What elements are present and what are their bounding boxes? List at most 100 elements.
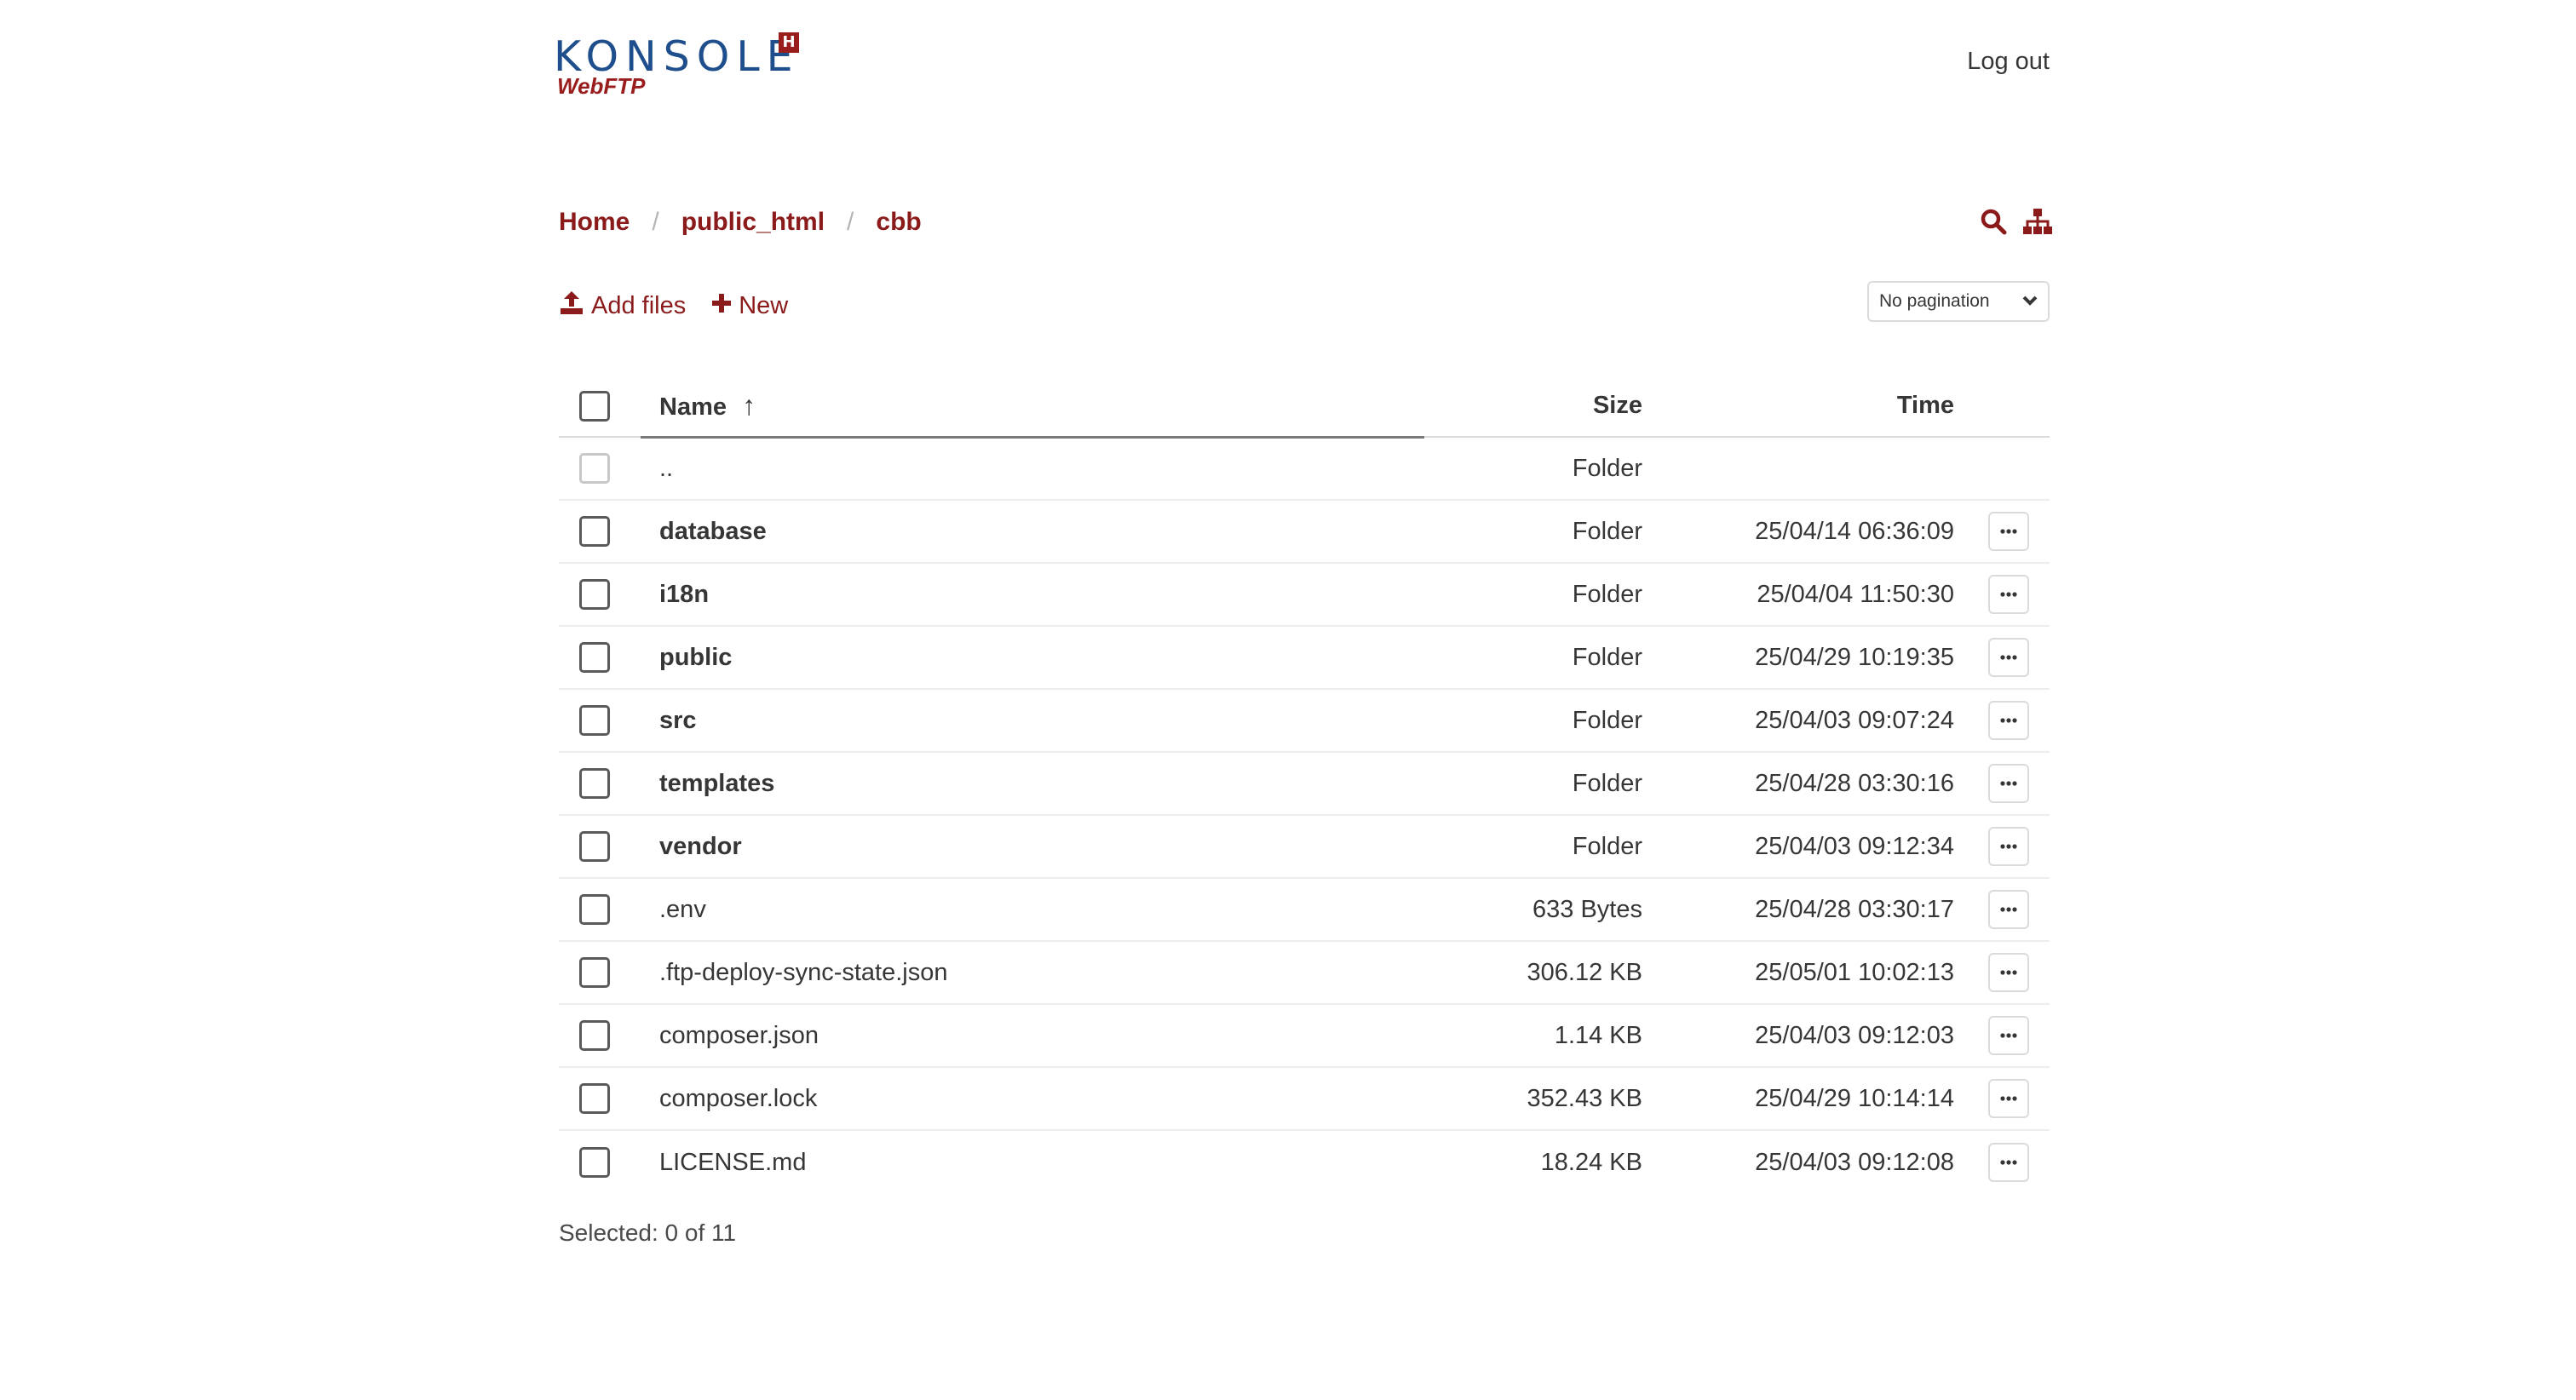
file-size: Folder	[1572, 580, 1642, 608]
table-row[interactable]: src Folder 25/04/03 09:07:24	[559, 690, 2050, 753]
table-row[interactable]: public Folder 25/04/29 10:19:35	[559, 627, 2050, 690]
file-table: Name ↑ Size Time .. Folder database Folder 2…	[559, 376, 2050, 1194]
ellipsis-icon	[2000, 1096, 2017, 1101]
table-row[interactable]: vendor Folder 25/04/03 09:12:34	[559, 816, 2050, 879]
breadcrumb-cbb[interactable]: cbb	[876, 208, 921, 237]
row-checkbox[interactable]	[579, 894, 610, 925]
file-size: 1.14 KB	[1554, 1021, 1642, 1049]
table-row[interactable]: .. Folder	[559, 438, 2050, 501]
breadcrumb-public-html[interactable]: public_html	[681, 208, 825, 237]
more-actions-button[interactable]	[1988, 827, 2029, 866]
row-checkbox[interactable]	[579, 957, 610, 988]
more-actions-button[interactable]	[1988, 1143, 2029, 1182]
more-actions-button[interactable]	[1988, 1016, 2029, 1055]
table-row[interactable]: .ftp-deploy-sync-state.json 306.12 KB 25/0…	[559, 942, 2050, 1005]
add-files-label: Add files	[591, 291, 687, 319]
selection-count: Selected: 0 of 11	[559, 1219, 737, 1246]
new-button[interactable]: New	[711, 292, 788, 320]
ellipsis-icon	[2000, 1033, 2017, 1038]
file-name[interactable]: public	[659, 627, 732, 688]
search-icon[interactable]	[1980, 208, 2007, 235]
file-name[interactable]: database	[659, 501, 767, 562]
column-header-time[interactable]: Time	[1897, 376, 1954, 438]
file-time: 25/04/03 09:12:08	[1755, 1148, 1954, 1176]
file-name[interactable]: vendor	[659, 816, 742, 877]
file-time: 25/04/28 03:30:17	[1755, 895, 1954, 923]
table-row[interactable]: composer.json 1.14 KB 25/04/03 09:12:03	[559, 1005, 2050, 1068]
ellipsis-icon	[2000, 781, 2017, 786]
ellipsis-icon	[2000, 718, 2017, 723]
row-checkbox[interactable]	[579, 831, 610, 862]
file-size: Folder	[1572, 454, 1642, 482]
file-name[interactable]: composer.lock	[659, 1068, 817, 1129]
file-size: 18.24 KB	[1540, 1148, 1642, 1176]
file-name[interactable]: src	[659, 690, 697, 751]
plus-icon	[711, 292, 732, 320]
row-checkbox[interactable]	[579, 516, 610, 547]
table-row[interactable]: .env 633 Bytes 25/04/28 03:30:17	[559, 879, 2050, 942]
row-checkbox[interactable]	[579, 1083, 610, 1114]
file-name[interactable]: LICENSE.md	[659, 1131, 806, 1194]
file-name[interactable]: templates	[659, 753, 774, 814]
file-name[interactable]: ..	[659, 438, 673, 499]
toolbar: Add files New	[559, 290, 788, 322]
pagination-select[interactable]: No pagination	[1867, 281, 2050, 322]
sitemap-icon[interactable]	[2022, 208, 2053, 235]
file-time: 25/04/04 11:50:30	[1757, 580, 1954, 608]
more-actions-button[interactable]	[1988, 764, 2029, 803]
table-row[interactable]: i18n Folder 25/04/04 11:50:30	[559, 564, 2050, 627]
file-time: 25/04/14 06:36:09	[1755, 517, 1954, 545]
row-checkbox[interactable]	[579, 1147, 610, 1178]
more-actions-button[interactable]	[1988, 953, 2029, 992]
file-size: Folder	[1572, 832, 1642, 860]
logout-link[interactable]: Log out	[1967, 48, 2050, 76]
breadcrumb-home[interactable]: Home	[559, 208, 630, 237]
top-icons	[1980, 208, 2053, 235]
ellipsis-icon	[2000, 529, 2017, 534]
more-actions-button[interactable]	[1988, 638, 2029, 677]
logo[interactable]: KONSOLE H WebFTP	[554, 31, 809, 99]
row-checkbox[interactable]	[579, 642, 610, 673]
file-name[interactable]: .env	[659, 879, 706, 940]
more-actions-button[interactable]	[1988, 512, 2029, 551]
file-name[interactable]: composer.json	[659, 1005, 819, 1066]
upload-icon	[559, 290, 584, 322]
more-actions-button[interactable]	[1988, 890, 2029, 929]
chevron-down-icon	[2022, 291, 2038, 312]
row-checkbox[interactable]	[579, 705, 610, 736]
more-actions-button[interactable]	[1988, 1079, 2029, 1118]
ellipsis-icon	[2000, 655, 2017, 660]
file-time: 25/04/03 09:07:24	[1755, 706, 1954, 734]
select-all-checkbox[interactable]	[579, 391, 610, 422]
sort-ascending-icon: ↑	[742, 390, 756, 421]
ellipsis-icon	[2000, 592, 2017, 597]
file-size: Folder	[1572, 706, 1642, 734]
new-label: New	[739, 291, 789, 319]
file-time: 25/04/29 10:14:14	[1755, 1084, 1954, 1112]
table-row[interactable]: composer.lock 352.43 KB 25/04/29 10:14:14	[559, 1068, 2050, 1131]
more-actions-button[interactable]	[1988, 575, 2029, 614]
file-time: 25/04/03 09:12:34	[1755, 832, 1954, 860]
logo-badge: H	[779, 32, 799, 53]
file-name[interactable]: i18n	[659, 564, 709, 625]
more-actions-button[interactable]	[1988, 701, 2029, 740]
row-checkbox[interactable]	[579, 579, 610, 610]
table-row[interactable]: LICENSE.md 18.24 KB 25/04/03 09:12:08	[559, 1131, 2050, 1194]
row-checkbox[interactable]	[579, 768, 610, 799]
breadcrumb-separator: /	[652, 208, 659, 236]
column-header-name[interactable]: Name ↑	[659, 376, 756, 438]
file-time: 25/04/28 03:30:16	[1755, 769, 1954, 797]
column-name-label: Name	[659, 393, 727, 421]
file-name[interactable]: .ftp-deploy-sync-state.json	[659, 942, 947, 1003]
file-time: 25/05/01 10:02:13	[1755, 958, 1954, 986]
file-size: 633 Bytes	[1532, 895, 1642, 923]
table-body: .. Folder database Folder 25/04/14 06:36:09 i…	[559, 438, 2050, 1194]
ellipsis-icon	[2000, 970, 2017, 975]
row-checkbox[interactable]	[579, 1020, 610, 1051]
table-row[interactable]: database Folder 25/04/14 06:36:09	[559, 501, 2050, 564]
table-row[interactable]: templates Folder 25/04/28 03:30:16	[559, 753, 2050, 816]
column-header-size[interactable]: Size	[1593, 376, 1642, 438]
file-time: 25/04/29 10:19:35	[1755, 643, 1954, 671]
table-header: Name ↑ Size Time	[559, 376, 2050, 439]
add-files-button[interactable]: Add files	[559, 290, 686, 322]
